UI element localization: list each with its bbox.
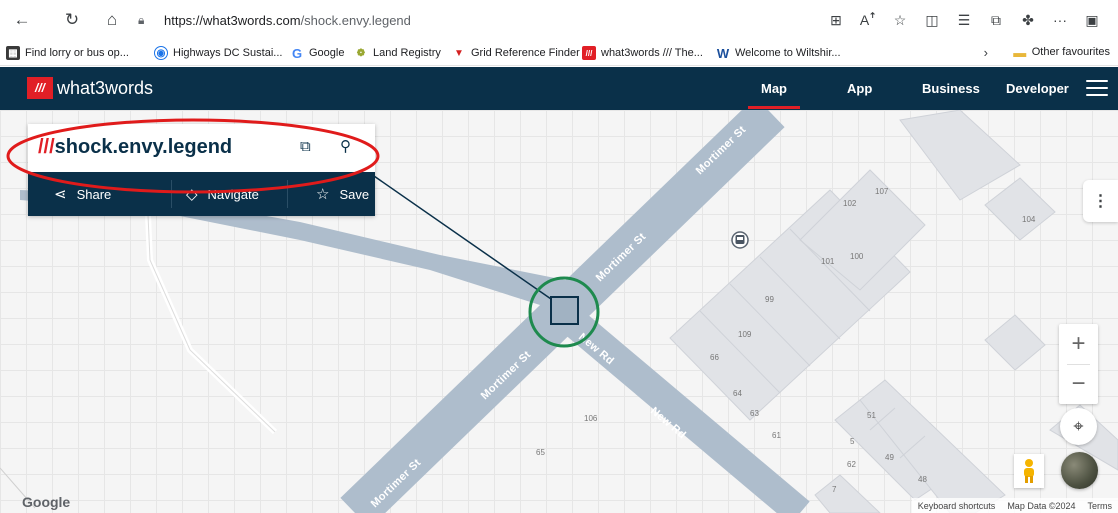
red-highlight-ellipse xyxy=(6,118,380,194)
active-nav-underline xyxy=(748,106,800,109)
bookmark-item[interactable]: ❁ Land Registry xyxy=(354,45,441,61)
crosshair-icon: ⌖ xyxy=(1073,416,1084,436)
collections-icon[interactable]: ⧉ xyxy=(980,8,1012,32)
bookmark-item[interactable]: ///what3words /// The... xyxy=(582,45,703,61)
nav-developer[interactable]: Developer xyxy=(1006,81,1069,96)
address-bar[interactable]: 🔒︎ https://what3words.com/shock.envy.leg… xyxy=(138,8,411,32)
svg-text:5: 5 xyxy=(850,437,855,446)
map-data-text: Map Data ©2024 xyxy=(1007,500,1076,511)
svg-text:64: 64 xyxy=(733,389,742,398)
back-arrow-icon[interactable]: ← xyxy=(10,8,34,32)
bookmark-item[interactable]: W Welcome to Wiltshir... xyxy=(716,45,841,61)
red-highlight-overlay xyxy=(6,118,380,194)
w3w-logo[interactable]: /// what3words xyxy=(27,77,153,99)
svg-text:99: 99 xyxy=(765,295,774,304)
svg-text:109: 109 xyxy=(738,330,752,339)
satellite-toggle[interactable] xyxy=(1061,452,1098,489)
nav-app[interactable]: App xyxy=(847,81,872,96)
refresh-icon[interactable]: ↻ xyxy=(60,8,84,32)
bookmark-item[interactable]: ▼ Grid Reference Finder xyxy=(452,45,580,61)
keyboard-shortcuts-link[interactable]: Keyboard shortcuts xyxy=(918,501,996,511)
svg-text:104: 104 xyxy=(1022,215,1036,224)
svg-text:63: 63 xyxy=(750,409,759,418)
chevron-right-icon[interactable]: › xyxy=(984,45,988,60)
svg-text:100: 100 xyxy=(850,252,864,261)
w3w-icon: /// xyxy=(582,46,596,60)
google-logo: Google xyxy=(22,494,71,510)
bookmark-item[interactable]: G Google xyxy=(290,45,345,61)
hamburger-menu-icon[interactable] xyxy=(1086,80,1108,96)
browser-toolbar: ← ↻ ⌂ 🔒︎ https://what3words.com/shock.en… xyxy=(0,0,1118,40)
pegman-icon xyxy=(1024,459,1034,483)
my-location-button[interactable]: ⌖ xyxy=(1060,408,1097,445)
svg-text:49: 49 xyxy=(885,453,894,462)
street-view-pegman[interactable] xyxy=(1014,454,1044,488)
building-icon: ▦ xyxy=(6,46,20,60)
globe-icon: ◉ xyxy=(154,46,168,60)
bookmark-item[interactable]: ◉ Highways DC Sustai... xyxy=(154,45,282,61)
zoom-in-button[interactable]: + xyxy=(1059,324,1098,364)
map-attribution: Keyboard shortcuts Map Data ©2024 Terms xyxy=(911,498,1118,513)
split-screen-icon[interactable]: ◫ xyxy=(916,8,948,32)
svg-text:101: 101 xyxy=(821,257,835,266)
nav-business[interactable]: Business xyxy=(922,81,980,96)
pin-icon: ▼ xyxy=(454,47,464,59)
bookmarks-bar: ▦ Find lorry or bus op... ◉ Highways DC Su… xyxy=(0,40,1118,66)
crest-icon: ❁ xyxy=(356,47,366,59)
footpath-edge xyxy=(147,214,276,433)
pointer-line xyxy=(373,175,552,300)
w-icon: W xyxy=(716,45,730,61)
svg-text:106: 106 xyxy=(584,414,598,423)
svg-text:62: 62 xyxy=(847,460,856,469)
svg-text:66: 66 xyxy=(710,353,719,362)
zoom-control: + − xyxy=(1059,324,1098,404)
read-aloud-icon[interactable]: Aꜛ xyxy=(852,8,884,32)
zoom-out-button[interactable]: − xyxy=(1059,364,1098,404)
bus-stop-icon[interactable] xyxy=(731,231,749,249)
favorite-star-icon[interactable]: ☆ xyxy=(884,8,916,32)
svg-text:102: 102 xyxy=(843,199,857,208)
footpath xyxy=(145,214,278,435)
site-header: /// what3words Map App Business Develope… xyxy=(0,67,1118,110)
svg-text:107: 107 xyxy=(875,187,889,196)
svg-text:61: 61 xyxy=(772,431,781,440)
more-menu-icon[interactable]: ··· xyxy=(1044,8,1076,32)
more-options-button[interactable]: ⋮ xyxy=(1083,180,1118,222)
svg-text:7: 7 xyxy=(832,485,837,494)
bookmark-item[interactable]: ▦ Find lorry or bus op... xyxy=(6,45,129,61)
extensions-icon[interactable]: ✤ xyxy=(1012,8,1044,32)
w3w-square-marker[interactable] xyxy=(550,296,579,325)
lock-icon: 🔒︎ xyxy=(138,13,145,27)
nav-map[interactable]: Map xyxy=(761,81,787,96)
svg-text:51: 51 xyxy=(867,411,876,420)
terms-link[interactable]: Terms xyxy=(1088,501,1113,511)
home-icon[interactable]: ⌂ xyxy=(100,8,124,32)
svg-text:65: 65 xyxy=(536,448,545,457)
url-path: /shock.envy.legend xyxy=(300,12,411,28)
url-host: https://what3words.com xyxy=(164,12,301,28)
sidebar-icon[interactable]: ▣ xyxy=(1076,8,1108,32)
w3w-logo-icon: /// xyxy=(27,77,53,99)
google-icon: G xyxy=(291,45,303,61)
svg-text:48: 48 xyxy=(918,475,927,484)
other-favourites[interactable]: ▬ Other favourites xyxy=(1013,44,1110,60)
app-available-icon[interactable]: ⊞ xyxy=(820,8,852,32)
favorites-list-icon[interactable]: ☰ xyxy=(948,8,980,32)
vertical-dots-icon: ⋮ xyxy=(1092,193,1109,210)
folder-icon: ▬ xyxy=(1013,44,1027,60)
